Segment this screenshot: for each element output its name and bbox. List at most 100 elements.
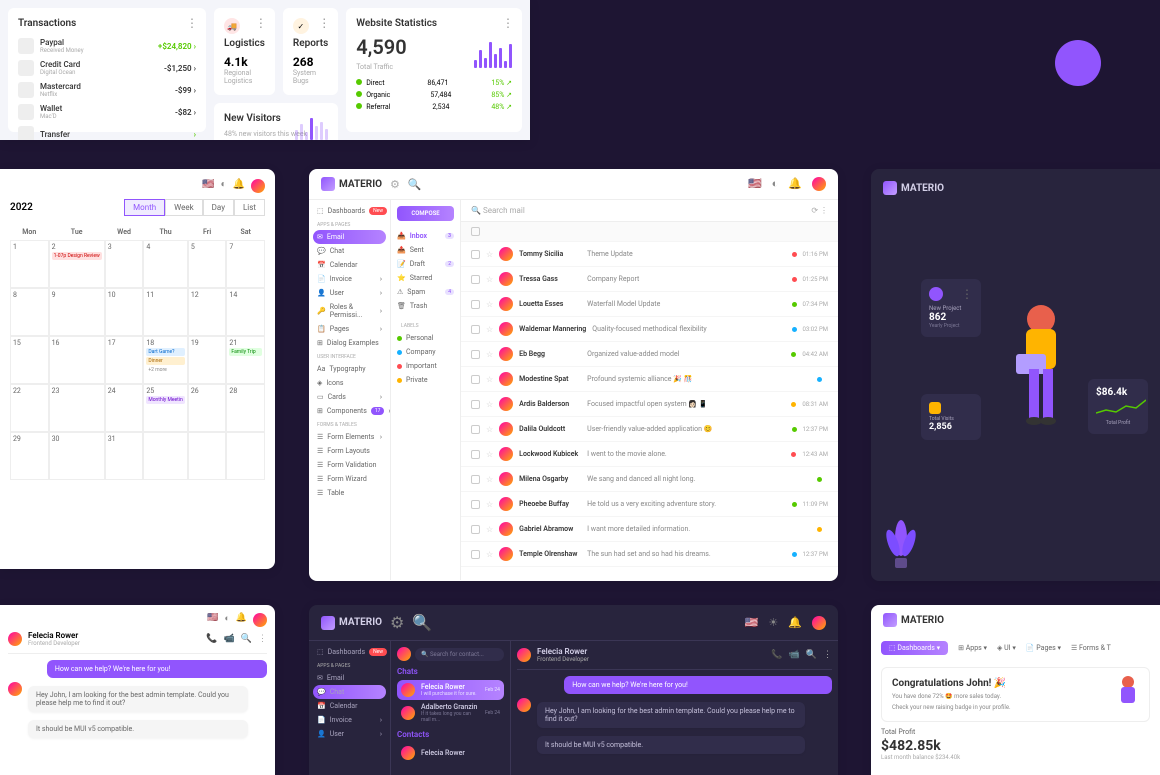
flag-icon[interactable]: 🇺🇸: [207, 613, 218, 627]
calendar-cell[interactable]: 8: [10, 288, 49, 336]
video-icon[interactable]: 📹: [789, 650, 800, 660]
calendar-cell[interactable]: 1: [10, 240, 49, 288]
calendar-tab[interactable]: Week: [165, 199, 203, 216]
sidebar-item[interactable]: ☰Form Wizard: [313, 472, 386, 486]
email-label[interactable]: Important: [397, 359, 454, 373]
contact-item[interactable]: Felecia RowerI will purchase it for sure…: [397, 680, 504, 700]
nav-dashboards-button[interactable]: ⬚ Dashboards ▾: [881, 641, 948, 655]
flag-icon[interactable]: 🇺🇸: [748, 177, 762, 191]
calendar-cell[interactable]: [188, 432, 227, 480]
sidebar-item[interactable]: ☰Form Validation: [313, 458, 386, 472]
calendar-tab[interactable]: Day: [203, 199, 234, 216]
bell-icon[interactable]: 🔔: [788, 616, 802, 630]
theme-icon[interactable]: ◐: [224, 613, 229, 627]
search-input[interactable]: 🔍 Search mail⟳ ⋮: [461, 200, 838, 222]
star-icon[interactable]: ☆: [486, 275, 493, 284]
sidebar-item-chat[interactable]: 💬Chat: [313, 685, 386, 699]
calendar-cell[interactable]: 30: [49, 432, 105, 480]
calendar-cell[interactable]: 4: [143, 240, 187, 288]
email-label[interactable]: Company: [397, 345, 454, 359]
calendar-cell[interactable]: 31: [105, 432, 144, 480]
email-row[interactable]: ☆Lockwood KubicekI went to the movie alo…: [461, 442, 838, 467]
sidebar-item[interactable]: 📋Pages›: [313, 322, 386, 336]
email-folder[interactable]: 📤Sent: [397, 243, 454, 257]
checkbox[interactable]: [471, 275, 480, 284]
settings-icon[interactable]: ⚙: [390, 178, 400, 191]
calendar-cell[interactable]: 24: [105, 384, 144, 432]
email-folder[interactable]: 🗑Trash: [397, 299, 454, 313]
star-icon[interactable]: ☆: [486, 325, 493, 334]
calendar-cell[interactable]: 9: [49, 288, 105, 336]
calendar-cell[interactable]: 17: [105, 336, 144, 384]
search-icon[interactable]: 🔍: [408, 178, 422, 191]
email-row[interactable]: ☆Milena OsgarbyWe sang and danced all ni…: [461, 467, 838, 492]
calendar-cell[interactable]: 18Dart Game?Dinner+2 more: [143, 336, 187, 384]
more-icon[interactable]: ⋮: [502, 16, 514, 30]
sidebar-item[interactable]: ☰Form Elements›: [313, 430, 386, 444]
contact-item[interactable]: Felecia Rower: [397, 743, 504, 763]
calendar-cell[interactable]: 21Family Trip: [226, 336, 265, 384]
star-icon[interactable]: ☆: [486, 525, 493, 534]
avatar[interactable]: [253, 613, 267, 627]
brand[interactable]: MATERIO: [321, 177, 382, 191]
nav-forms[interactable]: ☰ Forms & T: [1071, 644, 1111, 652]
email-row[interactable]: ☆Waldemar ManneringQuality-focused metho…: [461, 317, 838, 342]
sidebar-item-calendar[interactable]: 📅Calendar: [313, 699, 386, 713]
brand[interactable]: MATERIO: [883, 181, 1148, 195]
email-row[interactable]: ☆Eb BeggOrganized value-added model04:42…: [461, 342, 838, 367]
brand[interactable]: MATERIO: [321, 616, 382, 630]
select-all-checkbox[interactable]: [471, 227, 480, 236]
sidebar-item[interactable]: ◈Icons: [313, 376, 386, 390]
sidebar-item[interactable]: ▭Cards›: [313, 390, 386, 404]
calendar-cell[interactable]: 15: [10, 336, 49, 384]
sidebar-item-user[interactable]: 👤User›: [313, 727, 386, 741]
brand[interactable]: MATERIO: [883, 613, 944, 627]
checkbox[interactable]: [471, 450, 480, 459]
calendar-tab[interactable]: Month: [124, 199, 165, 216]
sidebar-item[interactable]: ⊞Dialog Examples: [313, 336, 386, 350]
sidebar-item[interactable]: ☰Table: [313, 486, 386, 500]
avatar[interactable]: [812, 177, 826, 191]
star-icon[interactable]: ☆: [486, 350, 493, 359]
calendar-cell[interactable]: 5: [188, 240, 227, 288]
calendar-cell[interactable]: 12: [188, 288, 227, 336]
star-icon[interactable]: ☆: [486, 425, 493, 434]
email-label[interactable]: Personal: [397, 331, 454, 345]
sidebar-item[interactable]: ☰Form Layouts: [313, 444, 386, 458]
sidebar-item[interactable]: 📅Calendar: [313, 258, 386, 272]
calendar-cell[interactable]: 21-07p Design Review: [49, 240, 105, 288]
checkbox[interactable]: [471, 425, 480, 434]
compose-button[interactable]: COMPOSE: [397, 206, 454, 221]
sidebar-item[interactable]: 📄Invoice›: [313, 272, 386, 286]
phone-icon[interactable]: 📞: [206, 634, 217, 644]
calendar-cell[interactable]: 28: [226, 384, 265, 432]
email-row[interactable]: ☆Louetta EssesWaterfall Model Update07:3…: [461, 292, 838, 317]
more-icon[interactable]: ⋮: [255, 16, 267, 30]
checkbox[interactable]: [471, 550, 480, 559]
star-icon[interactable]: ☆: [486, 475, 493, 484]
checkbox[interactable]: [471, 475, 480, 484]
calendar-cell[interactable]: 14: [226, 288, 265, 336]
nav-ui[interactable]: ◈ UI ▾: [997, 644, 1016, 652]
email-folder[interactable]: ⭐Starred: [397, 271, 454, 285]
calendar-cell[interactable]: 25Monthly Meetin: [143, 384, 187, 432]
more-icon[interactable]: ⋮: [258, 634, 267, 644]
email-folder[interactable]: ⚠Spam4: [397, 285, 454, 299]
calendar-tab[interactable]: List: [234, 199, 265, 216]
star-icon[interactable]: ☆: [486, 550, 493, 559]
avatar[interactable]: [397, 647, 411, 661]
email-row[interactable]: ☆Temple OlrenshawThe sun had set and so …: [461, 542, 838, 567]
avatar[interactable]: [517, 648, 531, 662]
calendar-cell[interactable]: 11: [143, 288, 187, 336]
calendar-cell[interactable]: 22: [10, 384, 49, 432]
star-icon[interactable]: ☆: [486, 250, 493, 259]
checkbox[interactable]: [471, 500, 480, 509]
email-row[interactable]: ☆Ardis BaldersonFocused impactful open s…: [461, 392, 838, 417]
bell-icon[interactable]: 🔔: [236, 613, 247, 627]
calendar-cell[interactable]: 16: [49, 336, 105, 384]
checkbox[interactable]: [471, 375, 480, 384]
sidebar-item-dashboards[interactable]: ⬚DashboardsNew›: [313, 204, 386, 218]
star-icon[interactable]: ☆: [486, 400, 493, 409]
bell-icon[interactable]: 🔔: [233, 179, 245, 193]
star-icon[interactable]: ☆: [486, 375, 493, 384]
